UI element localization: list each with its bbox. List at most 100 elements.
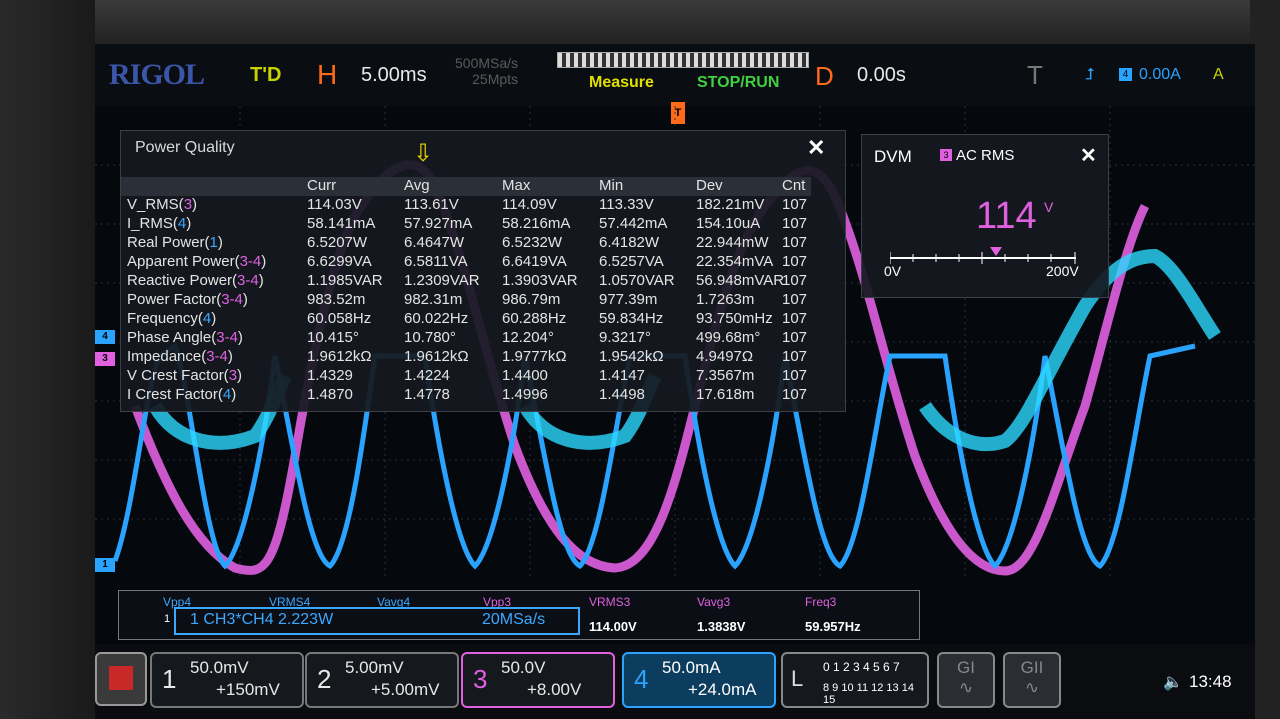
- volume-icon[interactable]: 🔈: [1163, 672, 1183, 692]
- table-cell: 1.9542kΩ: [599, 348, 664, 365]
- channel-3-button[interactable]: 3 50.0V +8.00V: [461, 652, 615, 708]
- param-tail: ): [186, 215, 192, 232]
- ch1-offset-marker[interactable]: 1: [95, 558, 115, 572]
- table-cell: 114.09V: [502, 196, 557, 213]
- bottom-bar: 1 50.0mV +150mV 2 5.00mV +5.00mV 3 50.0V +8.00V 4…: [95, 644, 1255, 719]
- table-cell: 4.9497Ω: [696, 348, 754, 365]
- table-cell: 1.4870: [307, 386, 353, 403]
- param-name: I_RMS(: [127, 215, 178, 232]
- logic-label: L: [791, 666, 804, 691]
- timebase-value[interactable]: 5.00ms: [361, 64, 427, 87]
- param-source: 3-4: [221, 291, 243, 308]
- table-cell: 22.944mW: [696, 234, 769, 251]
- table-cell: 10.415°: [307, 329, 359, 346]
- measurement-label: Vavg3: [697, 595, 731, 609]
- table-cell: 1.4498: [599, 386, 645, 403]
- table-cell: 93.750mHz: [696, 310, 773, 327]
- table-cell: 107: [782, 272, 808, 289]
- param-tail: ): [227, 348, 233, 365]
- measurement-label: Freq3: [805, 595, 837, 609]
- column-header: Avg: [404, 177, 430, 194]
- table-cell: 1.4400: [502, 367, 548, 384]
- table-cell: 60.058Hz: [307, 310, 372, 327]
- param-source: 3: [183, 196, 193, 213]
- dvm-unit: V: [1044, 199, 1054, 215]
- stop-run-button[interactable]: STOP/RUN: [697, 74, 779, 92]
- home-icon: [109, 666, 133, 690]
- column-header: Max: [502, 177, 531, 194]
- param-tail: ): [242, 291, 248, 308]
- row-label: I Crest Factor(4): [127, 386, 236, 403]
- table-cell: 977.39m: [599, 291, 658, 308]
- close-icon[interactable]: ✕: [1080, 143, 1097, 168]
- table-cell: 986.79m: [502, 291, 561, 308]
- table-cell: 6.4647W: [404, 234, 465, 251]
- param-tail: ): [217, 234, 223, 251]
- channel-scale: 5.00mV: [345, 658, 404, 677]
- dvm-scale-bar: [890, 252, 1076, 264]
- param-name: Real Power(: [127, 234, 210, 251]
- math-sample-rate: 20MSa/s: [482, 611, 546, 628]
- channel-offset: +24.0mA: [688, 680, 757, 699]
- delay-label[interactable]: D: [815, 61, 834, 92]
- param-source: 4: [202, 310, 212, 327]
- table-cell: 1.4224: [404, 367, 450, 384]
- channel-4-button[interactable]: 4 50.0mA +24.0mA: [622, 652, 776, 708]
- ch3-offset-marker[interactable]: 3: [95, 352, 115, 366]
- logic-analyzer-button[interactable]: L 0 1 2 3 4 5 6 7 8 9 10 11 12 13 14 15: [781, 652, 929, 708]
- column-header: Min: [599, 177, 624, 194]
- table-cell: 57.442mA: [599, 215, 668, 232]
- channel-2-button[interactable]: 2 5.00mV +5.00mV: [305, 652, 459, 708]
- dvm-panel: DVM 3 AC RMS ✕ 114 V 0V 200V: [861, 134, 1109, 298]
- param-tail: ): [211, 310, 217, 327]
- param-name: I Crest Factor(: [127, 386, 223, 403]
- generator1-label: GI: [957, 658, 975, 677]
- home-button[interactable]: [95, 652, 147, 706]
- column-header: Dev: [696, 177, 723, 194]
- table-cell: 113.61V: [404, 196, 459, 213]
- table-cell: 1.2309VAR: [404, 272, 480, 289]
- horizontal-label[interactable]: H: [317, 59, 337, 91]
- table-cell: 7.3567m: [696, 367, 755, 384]
- param-name: V_RMS(: [127, 196, 184, 213]
- bezel-left: [0, 0, 95, 719]
- delay-value[interactable]: 0.00s: [857, 64, 906, 87]
- clock: 13:48: [1189, 672, 1232, 691]
- measurement-bar: Vpp4 VRMS4 Vavg4 Vpp3 VRMS3 114.00V Vavg3 1.383…: [118, 590, 920, 640]
- column-header: Cnt: [782, 177, 806, 194]
- table-cell: 58.216mA: [502, 215, 571, 232]
- table-cell: 107: [782, 386, 808, 403]
- status-bar: RIGOL T'D H 5.00ms 500MSa/s 25Mpts Measu…: [95, 44, 1255, 106]
- generator1-button[interactable]: GI ∿: [937, 652, 995, 708]
- table-cell: 59.834Hz: [599, 310, 664, 327]
- channel-1-button[interactable]: 1 50.0mV +150mV: [150, 652, 304, 708]
- channel-number: 2: [317, 664, 332, 694]
- param-name: Apparent Power(: [127, 253, 240, 270]
- measure-button[interactable]: Measure: [589, 74, 654, 92]
- table-cell: 499.68m°: [696, 329, 761, 346]
- param-name: Frequency(: [127, 310, 203, 327]
- table-cell: 6.5232W: [502, 234, 563, 251]
- generator2-label: GII: [1020, 658, 1044, 677]
- trigger-level[interactable]: 0.00A: [1139, 66, 1181, 84]
- trigger-state: T'D: [250, 64, 282, 86]
- param-source: 1: [209, 234, 218, 251]
- brand-logo: RIGOL: [109, 58, 205, 91]
- param-name: Reactive Power(: [127, 272, 238, 289]
- param-name: Power Factor(: [127, 291, 222, 308]
- generator2-button[interactable]: GII ∿: [1003, 652, 1061, 708]
- param-tail: ): [258, 272, 264, 289]
- ch4-offset-marker[interactable]: 4: [95, 330, 115, 344]
- table-cell: 107: [782, 310, 808, 327]
- table-cell: 60.022Hz: [404, 310, 469, 327]
- panel-title: Power Quality: [135, 139, 235, 156]
- param-source: 3: [228, 367, 238, 384]
- table-cell: 107: [782, 234, 808, 251]
- close-icon[interactable]: ✕: [807, 135, 825, 161]
- param-tail: ): [261, 253, 267, 270]
- sample-rate: 500MSa/s: [455, 55, 519, 71]
- math-info-box[interactable]: 1 CH3*CH4 2.223W 20MSa/s: [174, 607, 580, 635]
- channel-number: 4: [634, 664, 649, 694]
- trigger-label[interactable]: T: [1027, 60, 1043, 91]
- table-cell: 58.141mA: [307, 215, 376, 232]
